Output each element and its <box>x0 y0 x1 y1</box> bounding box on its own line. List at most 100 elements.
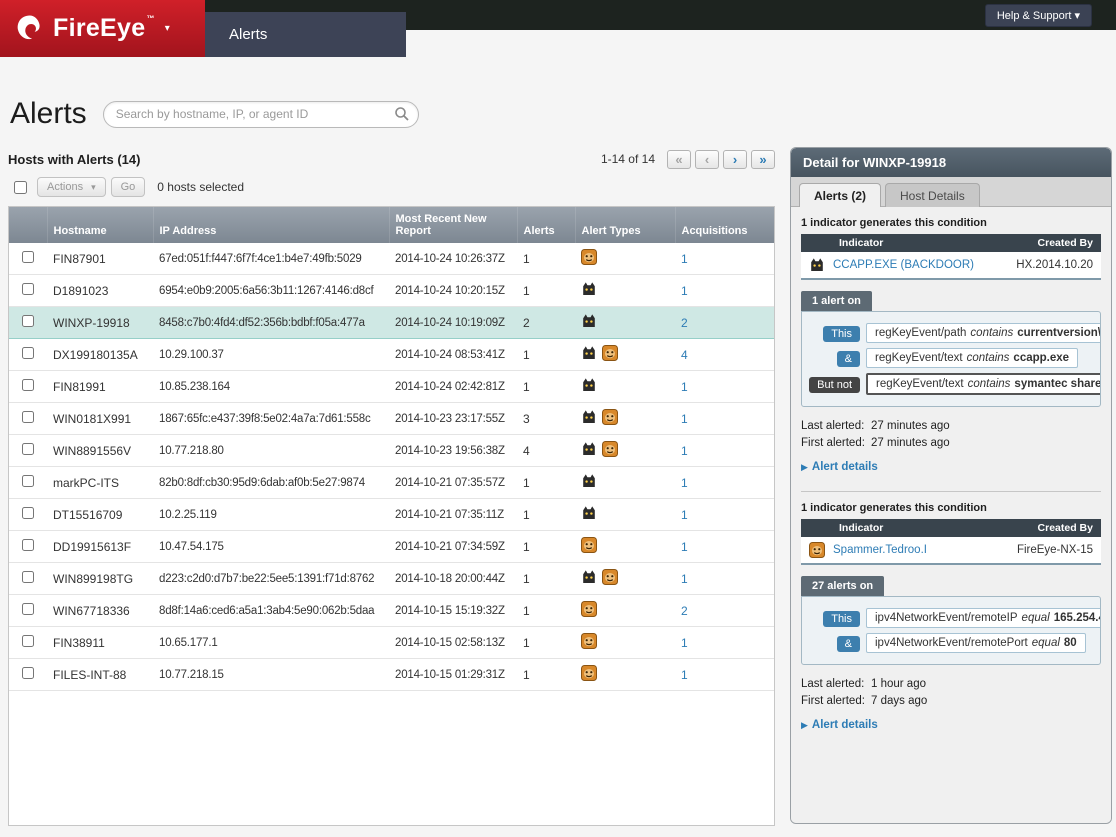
acquisitions-link[interactable]: 1 <box>681 252 688 266</box>
report-time-cell: 2014-10-15 15:19:32Z <box>389 594 517 627</box>
tab-alerts-2[interactable]: Alerts (2) <box>799 183 882 207</box>
pagination-last-button[interactable]: » <box>751 149 775 169</box>
acquisitions-link[interactable]: 1 <box>681 540 688 554</box>
ip-address-cell: 8d8f:14a6:ced6:a5a1:3ab4:5e90:062b:5daa <box>153 594 389 627</box>
monkey-icon <box>602 441 618 457</box>
table-row[interactable]: WIN8891556V 10.77.218.80 2014-10-23 19:5… <box>9 434 774 467</box>
hosts-panel-header: Hosts with Alerts (14) 1-14 of 14 « ‹ › … <box>8 147 775 171</box>
table-row[interactable]: FIN81991 10.85.238.164 2014-10-24 02:42:… <box>9 370 774 403</box>
brand-name: FireEye™ <box>53 14 155 42</box>
table-row[interactable]: WIN899198TG d223:c2d0:d7b7:be22:5ee5:139… <box>9 562 774 595</box>
row-checkbox[interactable] <box>22 315 34 327</box>
alert-types-cell <box>575 338 675 371</box>
row-checkbox[interactable] <box>22 539 34 551</box>
table-row[interactable]: WINXP-19918 8458:c7b0:4fd4:df52:356b:bdb… <box>9 306 774 339</box>
acquisitions-link[interactable]: 1 <box>681 668 688 682</box>
acquisitions-link[interactable]: 2 <box>681 604 688 618</box>
acquisitions-link[interactable]: 1 <box>681 412 688 426</box>
column-most-recent-new-report[interactable]: Most Recent New Report <box>388 207 517 243</box>
condition-row: This ipv4NetworkEvent/remoteIP equal 165.2… <box>808 608 1100 628</box>
row-checkbox-cell <box>9 306 47 339</box>
row-checkbox[interactable] <box>22 347 34 359</box>
triangle-right-icon: ▶ <box>801 720 808 730</box>
row-checkbox[interactable] <box>22 667 34 679</box>
table-row[interactable]: DT15516709 10.2.25.119 2014-10-21 07:35:… <box>9 498 774 531</box>
row-checkbox[interactable] <box>22 411 34 423</box>
ip-address-cell: 10.47.54.175 <box>153 530 389 563</box>
column-alert-types[interactable]: Alert Types <box>574 207 675 243</box>
monkey-icon <box>809 542 825 558</box>
acquisitions-link[interactable]: 1 <box>681 284 688 298</box>
row-checkbox-cell <box>9 370 47 403</box>
report-time-cell: 2014-10-21 07:34:59Z <box>389 530 517 563</box>
hostname-cell: D1891023 <box>47 274 153 307</box>
row-checkbox[interactable] <box>22 283 34 295</box>
row-checkbox[interactable] <box>22 571 34 583</box>
row-checkbox-cell <box>9 562 47 595</box>
row-checkbox[interactable] <box>22 635 34 647</box>
indicator-row: Spammer.Tedroo.I FireEye-NX-15 <box>801 537 1101 565</box>
acquisitions-link[interactable]: 1 <box>681 476 688 490</box>
app-window: Help & Support ▾ FireEye™ ▾ Alerts Alert… <box>0 0 1116 837</box>
alert-types-cell <box>575 594 675 627</box>
cat-icon <box>581 281 597 297</box>
column-alerts[interactable]: Alerts <box>516 207 575 243</box>
acquisitions-link[interactable]: 1 <box>681 444 688 458</box>
table-row[interactable]: FIN38911 10.65.177.1 2014-10-15 02:58:13… <box>9 626 774 659</box>
table-row[interactable]: D1891023 6954:e0b9:2005:6a56:3b11:1267:4… <box>9 274 774 307</box>
row-checkbox[interactable] <box>22 507 34 519</box>
table-row[interactable]: DX199180135A 10.29.100.37 2014-10-24 08:… <box>9 338 774 371</box>
alert-details-link[interactable]: ▶ Alert details <box>801 719 878 731</box>
row-checkbox[interactable] <box>22 443 34 455</box>
acquisitions-cell: 1 <box>675 434 774 467</box>
row-checkbox[interactable] <box>22 603 34 615</box>
search-input[interactable] <box>102 100 419 128</box>
hosts-panel-title: Hosts with Alerts (14) <box>8 151 141 167</box>
indicator-row: CCAPP.EXE (BACKDOOR) HX.2014.10.20 <box>801 252 1101 280</box>
select-all-checkbox[interactable] <box>14 180 27 194</box>
table-row[interactable]: WIN67718336 8d8f:14a6:ced6:a5a1:3ab4:5e9… <box>9 594 774 627</box>
acquisitions-link[interactable]: 4 <box>681 348 688 362</box>
acquisitions-link[interactable]: 1 <box>681 380 688 394</box>
help-support-button[interactable]: Help & Support ▾ <box>984 4 1092 27</box>
condition-badge: But not <box>809 377 860 393</box>
pagination-first-button[interactable]: « <box>667 149 691 169</box>
acquisitions-link[interactable]: 1 <box>681 636 688 650</box>
table-row[interactable]: markPC-ITS 82b0:8df:cb30:95d9:6dab:af0b:… <box>9 466 774 499</box>
alert-types-cell <box>575 562 675 595</box>
search-icon[interactable] <box>394 106 410 122</box>
go-button[interactable]: Go <box>110 177 146 197</box>
tab-host-details[interactable]: Host Details <box>885 183 980 207</box>
tab-alerts[interactable]: Alerts <box>205 12 406 57</box>
alert-types-cell <box>575 658 675 691</box>
column-acquisitions[interactable]: Acquisitions <box>674 207 774 243</box>
indicator-link[interactable]: CCAPP.EXE (BACKDOOR) <box>833 259 1016 271</box>
alerts-count-cell: 1 <box>517 370 575 403</box>
actions-dropdown[interactable]: Actions ▾ <box>37 177 106 197</box>
row-checkbox-cell <box>9 243 47 275</box>
table-row[interactable]: FILES-INT-88 10.77.218.15 2014-10-15 01:… <box>9 658 774 691</box>
row-checkbox[interactable] <box>22 379 34 391</box>
column-hostname[interactable]: Hostname <box>46 207 153 243</box>
table-row[interactable]: WIN0181X991 1867:65fc:e437:39f8:5e02:4a7… <box>9 402 774 435</box>
alerts-count-cell: 1 <box>517 626 575 659</box>
pagination-prev-button[interactable]: ‹ <box>695 149 719 169</box>
table-row[interactable]: DD19915613F 10.47.54.175 2014-10-21 07:3… <box>9 530 774 563</box>
column-ip-address[interactable]: IP Address <box>152 207 389 243</box>
table-row[interactable]: FIN87901 67ed:051f:f447:6f7f:4ce1:b4e7:4… <box>9 243 774 275</box>
hostname-cell: WIN899198TG <box>47 562 153 595</box>
pagination-next-button[interactable]: › <box>723 149 747 169</box>
alerts-count-cell: 1 <box>517 498 575 531</box>
acquisitions-link[interactable]: 2 <box>681 316 688 330</box>
acquisitions-link[interactable]: 1 <box>681 508 688 522</box>
indicator-link[interactable]: Spammer.Tedroo.I <box>833 544 1017 556</box>
alerts-count-cell: 1 <box>517 466 575 499</box>
row-checkbox[interactable] <box>22 475 34 487</box>
acquisitions-link[interactable]: 1 <box>681 572 688 586</box>
fireeye-logo[interactable]: FireEye™ ▾ <box>0 0 205 57</box>
chevron-down-icon[interactable]: ▾ <box>165 23 170 34</box>
alert-types-cell <box>575 274 675 307</box>
alert-details-link[interactable]: ▶ Alert details <box>801 461 878 473</box>
row-checkbox[interactable] <box>22 251 34 263</box>
alerts-count-cell: 1 <box>517 274 575 307</box>
